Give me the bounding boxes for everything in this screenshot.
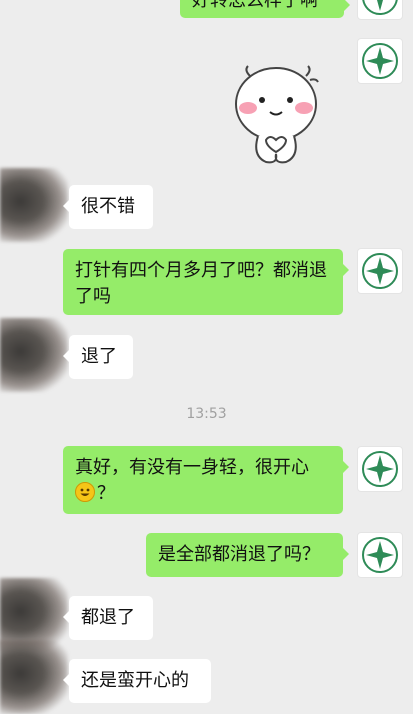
message-bubble-incoming[interactable]: 都退了 — [63, 596, 153, 640]
message-bubble-outgoing[interactable]: 是全部都消退了吗？ — [146, 533, 349, 577]
message-bubble-outgoing[interactable]: 好转怎么样了啊 — [180, 0, 350, 18]
smile-emoji-icon — [75, 482, 95, 502]
star-logo-icon — [362, 253, 398, 289]
message-text: 真好，有没有一身轻，很开心 — [75, 457, 309, 478]
star-logo-icon — [362, 43, 398, 79]
star-logo-icon — [362, 451, 398, 487]
star-logo-icon — [362, 537, 398, 573]
user-avatar[interactable] — [357, 532, 403, 578]
user-avatar[interactable] — [357, 0, 403, 20]
contact-avatar[interactable] — [0, 640, 68, 714]
chat-timestamp: 13:53 — [186, 406, 227, 422]
message-text-tail: ？ — [97, 483, 115, 504]
user-avatar[interactable] — [357, 38, 403, 84]
user-avatar[interactable] — [357, 446, 403, 492]
contact-avatar[interactable] — [0, 168, 68, 242]
message-bubble-outgoing[interactable]: 打针有四个月多月了吧？都消退了吗 — [63, 249, 349, 315]
message-bubble-incoming[interactable]: 退了 — [63, 335, 133, 379]
message-bubble-outgoing[interactable]: 真好，有没有一身轻，很开心 ？ — [63, 446, 349, 514]
user-avatar[interactable] — [357, 248, 403, 294]
contact-avatar[interactable] — [0, 318, 68, 392]
message-bubble-incoming[interactable]: 还是蛮开心的 — [63, 659, 211, 703]
hand-heart-sticker[interactable] — [228, 62, 322, 166]
message-bubble-incoming[interactable]: 很不错 — [63, 185, 153, 229]
star-logo-icon — [362, 0, 398, 15]
